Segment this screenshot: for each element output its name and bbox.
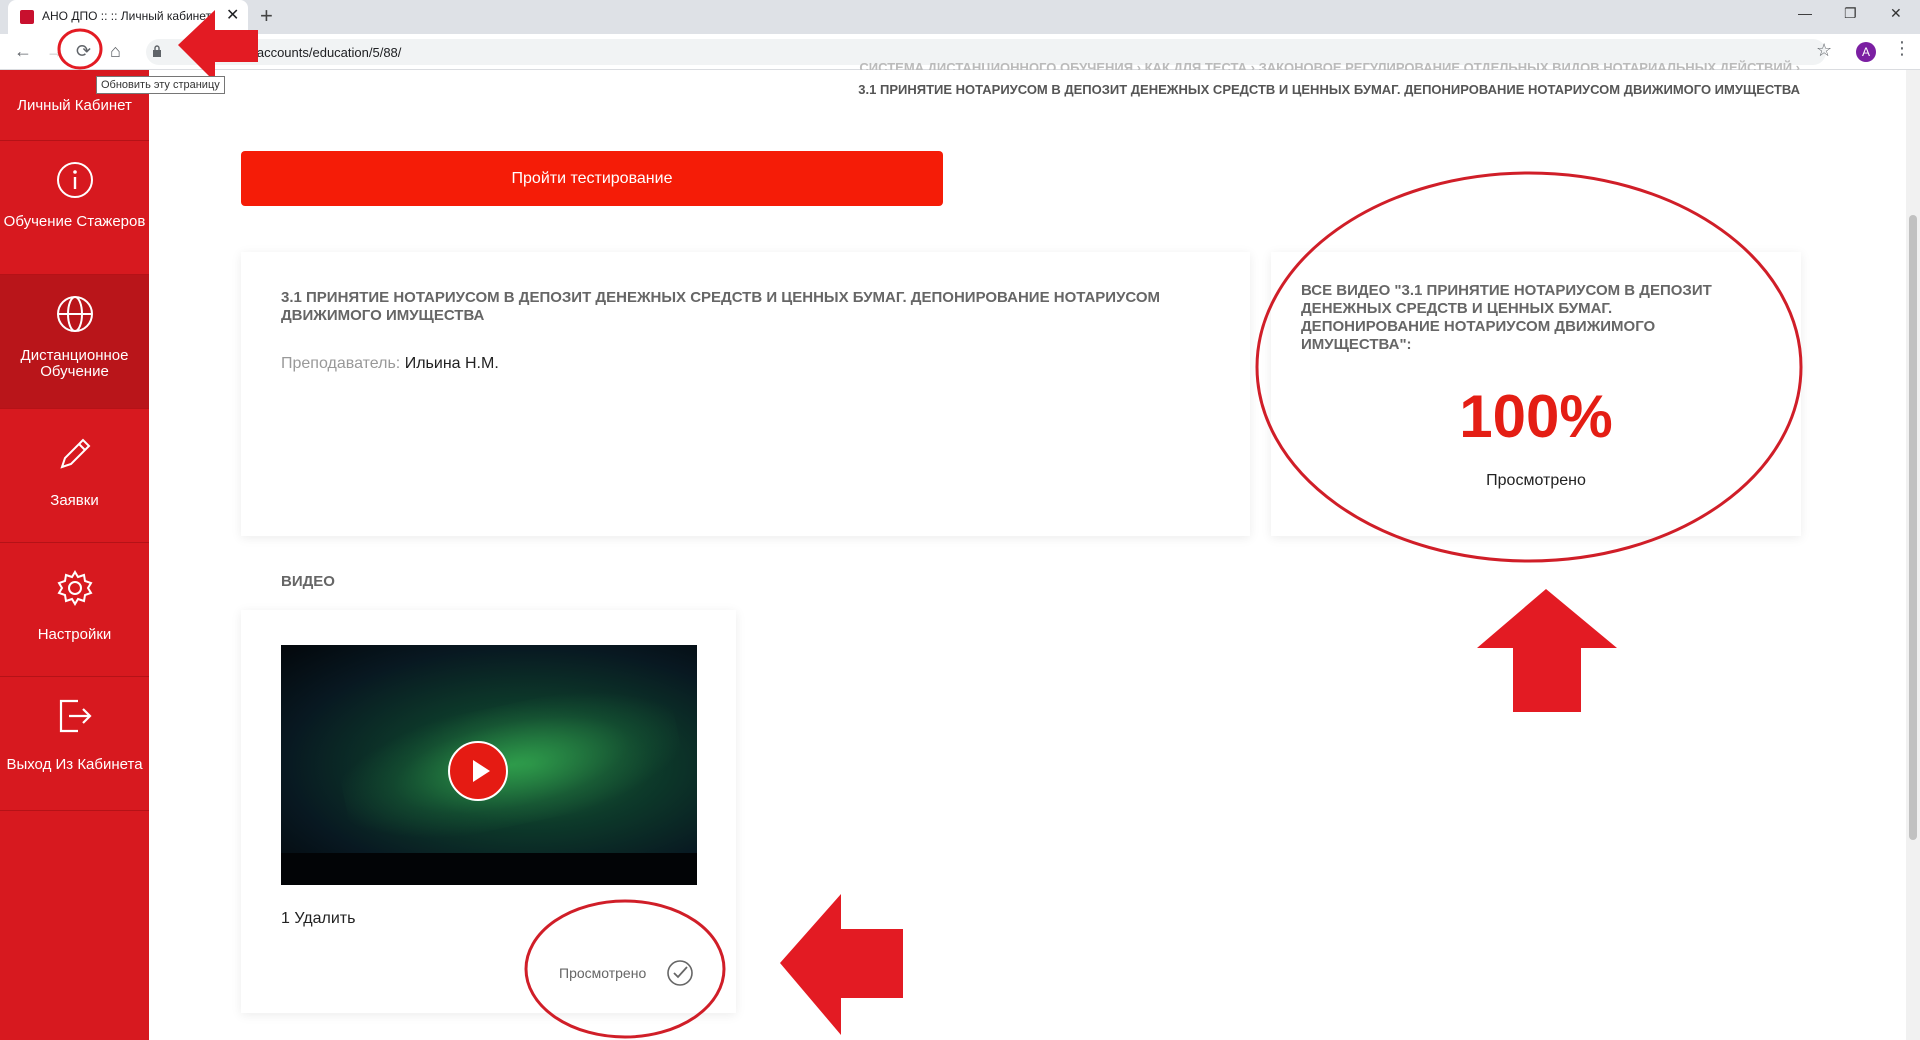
sidebar-item-label: Настройки xyxy=(37,626,112,643)
sidebar-item-requests[interactable]: Заявки xyxy=(0,409,149,543)
scrollbar-thumb[interactable] xyxy=(1909,215,1917,840)
gear-icon xyxy=(57,570,93,606)
sidebar-item-label: Заявки xyxy=(50,492,99,509)
restore-icon[interactable]: ❐ xyxy=(1844,4,1857,22)
lock-icon xyxy=(153,45,161,57)
check-circle-icon xyxy=(667,960,693,986)
logout-icon xyxy=(59,699,92,733)
browser-tab-bar: АНО ДПО :: :: Личный кабинет ✕ + — ❐ ✕ xyxy=(0,0,1920,34)
globe-icon xyxy=(57,296,93,332)
aurora-image xyxy=(332,670,690,860)
progress-label: Просмотрено xyxy=(1486,472,1586,489)
minimize-icon[interactable]: — xyxy=(1798,4,1812,22)
new-tab-icon[interactable]: + xyxy=(260,4,273,28)
video-card: 1 Удалить Просмотрено xyxy=(241,610,736,1013)
sidebar-item-logout[interactable]: Выход Из Кабинета xyxy=(0,677,149,811)
browser-menu-icon[interactable]: ⋮ xyxy=(1893,38,1911,59)
lesson-card: 3.1 ПРИНЯТИЕ НОТАРИУСОМ В ДЕПОЗИТ ДЕНЕЖН… xyxy=(241,252,1250,536)
window-close-icon[interactable]: ✕ xyxy=(1890,4,1902,22)
page-root: АНО ДПО :: :: Личный кабинет ✕ + — ❐ ✕ ←… xyxy=(0,0,1920,1040)
teacher-label: Преподаватель: xyxy=(281,355,401,372)
close-tab-icon[interactable]: ✕ xyxy=(226,7,239,25)
profile-avatar[interactable]: A xyxy=(1856,42,1876,62)
sidebar-item-label: Дистанционное Обучение xyxy=(20,347,129,380)
sidebar-item-label: Обучение Стажеров xyxy=(3,213,146,230)
page-title: 3.1 ПРИНЯТИЕ НОТАРИУСОМ В ДЕПОЗИТ ДЕНЕЖН… xyxy=(858,82,1800,97)
lesson-title: 3.1 ПРИНЯТИЕ НОТАРИУСОМ В ДЕПОЗИТ ДЕНЕЖН… xyxy=(281,289,1161,324)
pencil-icon xyxy=(60,438,91,469)
progress-title: ВСЕ ВИДЕО "3.1 ПРИНЯТИЕ НОТАРИУСОМ В ДЕП… xyxy=(1301,282,1712,353)
progress-percent: 100% xyxy=(1459,383,1613,450)
teacher-name: Ильина Н.М. xyxy=(404,355,499,372)
landscape-image xyxy=(281,853,697,885)
sidebar-item-cabinet[interactable]: Личный Кабинет xyxy=(0,0,149,141)
reload-tooltip: Обновить эту страницу xyxy=(96,76,225,94)
annotation-arrow-up xyxy=(1477,589,1617,712)
start-test-button[interactable]: Пройти тестирование xyxy=(241,151,943,206)
page-scrollbar[interactable] xyxy=(1906,70,1920,1040)
video-thumbnail[interactable] xyxy=(281,645,697,885)
sidebar-item-distance-learning[interactable]: Дистанционное Обучение xyxy=(0,275,149,409)
play-icon xyxy=(473,760,490,782)
breadcrumb[interactable]: СИСТЕМА ДИСТАНЦИОННОГО ОБУЧЕНИЯ › КАК ДЛ… xyxy=(859,60,1800,70)
sidebar-item-label: Выход Из Кабинета xyxy=(6,756,143,773)
sidebar-item-label: Личный Кабинет xyxy=(17,97,132,114)
info-icon xyxy=(57,162,93,198)
sidebar-item-trainees[interactable]: Обучение Стажеров xyxy=(0,141,149,275)
bookmark-star-icon[interactable]: ☆ xyxy=(1816,40,1832,61)
annotation-arrow-left xyxy=(780,894,903,1035)
video-title[interactable]: 1 Удалить xyxy=(281,910,355,928)
sidebar: Личный Кабинет Обучение Стажеров Дистанц… xyxy=(0,70,149,1040)
sidebar-item-settings[interactable]: Настройки xyxy=(0,543,149,677)
teacher-row: Преподаватель: Ильина Н.М. xyxy=(281,355,499,373)
play-button[interactable] xyxy=(448,741,508,801)
watched-status: Просмотрено xyxy=(559,965,647,981)
progress-card: ВСЕ ВИДЕО "3.1 ПРИНЯТИЕ НОТАРИУСОМ В ДЕП… xyxy=(1271,252,1801,536)
url-text: u/accounts/education/5/88/ xyxy=(246,45,402,60)
video-section-title: ВИДЕО xyxy=(281,573,335,590)
